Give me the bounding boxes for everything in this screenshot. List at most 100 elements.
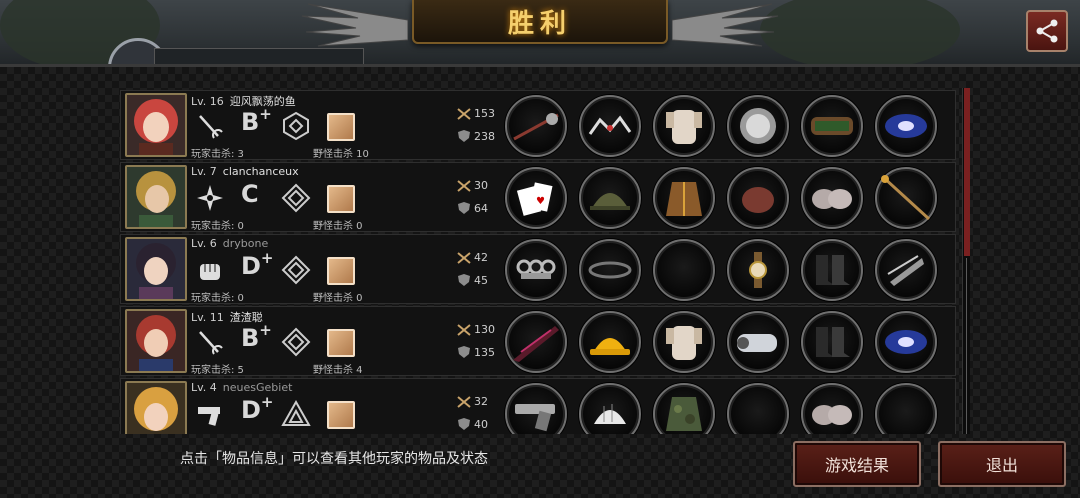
pistol-icon [195, 399, 225, 429]
galaxy-orb-icon[interactable] [875, 95, 937, 157]
defense-stat: 40 [457, 417, 488, 431]
helmet-icon[interactable] [579, 167, 641, 229]
fist-icon [195, 255, 225, 285]
shield-icon [458, 418, 470, 430]
rank-grade: B+ [241, 321, 272, 352]
monster-kills: 野怪击杀 0 [313, 221, 363, 232]
player-row[interactable]: Lv. 6 drybone D+ 玩家击杀: 0 野怪击杀 0 42 45 [120, 234, 956, 304]
rank-grade: D+ [241, 249, 274, 280]
level-text: Lv. 4 [191, 381, 217, 394]
monster-kills: 野怪击杀 10 [313, 149, 369, 160]
item-info-card-icon[interactable] [327, 113, 355, 141]
player-kills: 玩家击杀: 3 [191, 149, 244, 160]
armor-icon[interactable] [653, 95, 715, 157]
player-level-line: Lv. 6 drybone [191, 237, 268, 250]
jacket-icon[interactable] [653, 167, 715, 229]
shield-disc-icon[interactable] [727, 95, 789, 157]
attack-stat: 130 [457, 323, 495, 336]
boots-icon[interactable] [801, 311, 863, 373]
hard-hat-icon[interactable] [579, 311, 641, 373]
shield-icon [458, 130, 470, 142]
shield-icon [458, 346, 470, 358]
staff-icon[interactable] [875, 167, 937, 229]
rank-grade: D+ [241, 393, 274, 424]
slippers-icon[interactable] [801, 383, 863, 434]
camo-jacket-icon[interactable] [653, 383, 715, 434]
level-text: Lv. 11 [191, 311, 224, 324]
defense-stat: 238 [457, 129, 495, 143]
page-title: 胜利 [507, 8, 572, 39]
item-info-card-icon[interactable] [327, 185, 355, 213]
player-level-line: Lv. 7 clanchanceux [191, 165, 299, 178]
tiara-icon[interactable] [579, 95, 641, 157]
monster-kills: 野怪击杀 4 [313, 365, 363, 376]
playing-cards-icon[interactable]: ♥ [505, 167, 567, 229]
player-portrait [125, 165, 187, 229]
svg-text:♥: ♥ [536, 196, 545, 207]
item-info-card-icon[interactable] [327, 401, 355, 429]
diamond-emblem-icon [281, 255, 311, 285]
player-row[interactable]: Lv. 11 渣渣聪 B+ 玩家击杀: 5 野怪击杀 4 130 135 [120, 306, 956, 376]
crossed-swords-icon [457, 179, 471, 192]
attack-stat: 32 [457, 395, 488, 408]
game-results-button[interactable]: 游戏结果 [793, 441, 921, 487]
scroll-thumb[interactable] [964, 88, 970, 256]
defense-stat: 135 [457, 345, 495, 359]
bracer-icon[interactable] [801, 95, 863, 157]
player-list[interactable]: Lv. 16迎风飘荡的鱼 B+ 玩家击杀: 3 野怪击杀 10 153 238 [120, 90, 956, 434]
player-portrait [125, 309, 187, 373]
boots-icon[interactable] [801, 239, 863, 301]
right-wing-ornament [672, 3, 779, 47]
headband-icon[interactable] [579, 239, 641, 301]
bike-helmet-icon[interactable] [579, 383, 641, 434]
galaxy-orb-icon[interactable] [875, 311, 937, 373]
player-row[interactable]: Lv. 16 迎风飘荡的鱼 B+ 玩家击杀: 3 野怪击杀 10 153 238 [120, 90, 956, 160]
wristwatch-icon[interactable] [727, 239, 789, 301]
player-kills: 玩家击杀: 0 [191, 293, 244, 304]
player-portrait [125, 381, 187, 434]
empty-slot[interactable] [653, 239, 715, 301]
empty-slot[interactable] [727, 383, 789, 434]
attack-stat: 30 [457, 179, 488, 192]
leather-pouch-icon[interactable] [727, 167, 789, 229]
level-text: Lv. 6 [191, 237, 217, 250]
player-kills: 玩家击杀: 5 [191, 365, 244, 376]
pistol-item-icon[interactable] [505, 383, 567, 434]
triangle-emblem-icon [281, 399, 311, 429]
crossed-swords-icon [457, 323, 471, 336]
player-kills: 玩家击杀: 0 [191, 221, 244, 232]
defense-stat: 64 [457, 201, 488, 215]
crossed-swords-icon [457, 251, 471, 264]
player-row[interactable]: Lv. 7 clanchanceux C 玩家击杀: 0 野怪击杀 0 30 64… [120, 162, 956, 232]
player-name: neuesGebiet [222, 381, 293, 394]
victory-banner: 胜利 [412, 0, 668, 44]
attack-stat: 153 [457, 107, 495, 120]
shield-icon [458, 202, 470, 214]
share-button[interactable] [1026, 10, 1068, 52]
crossed-swords-icon [457, 395, 471, 408]
spiked-mace-icon[interactable] [505, 95, 567, 157]
scrollbar[interactable] [962, 88, 970, 434]
player-row[interactable]: Lv. 4 neuesGebiet D+ 32 40 [120, 378, 956, 434]
player-portrait [125, 93, 187, 157]
diamond-emblem-icon [281, 327, 311, 357]
dark-blade-icon[interactable] [505, 311, 567, 373]
diamond-emblem-icon [281, 183, 311, 213]
empty-slot[interactable] [875, 383, 937, 434]
level-text: Lv. 7 [191, 165, 217, 178]
scroll-track [966, 258, 967, 434]
brass-knuckles-icon[interactable] [505, 239, 567, 301]
left-wing-ornament [301, 3, 408, 47]
shuriken-icon [195, 183, 225, 213]
attack-stat: 42 [457, 251, 488, 264]
gauntlet-icon[interactable] [727, 311, 789, 373]
armor-plate-icon[interactable] [875, 239, 937, 301]
item-info-card-icon[interactable] [327, 257, 355, 285]
exit-button[interactable]: 退出 [938, 441, 1066, 487]
slippers-icon[interactable] [801, 167, 863, 229]
player-level-line: Lv. 4 neuesGebiet [191, 381, 292, 394]
level-text: Lv. 16 [191, 95, 224, 108]
armor-icon[interactable] [653, 311, 715, 373]
crystal-emblem-icon [281, 111, 311, 141]
item-info-card-icon[interactable] [327, 329, 355, 357]
